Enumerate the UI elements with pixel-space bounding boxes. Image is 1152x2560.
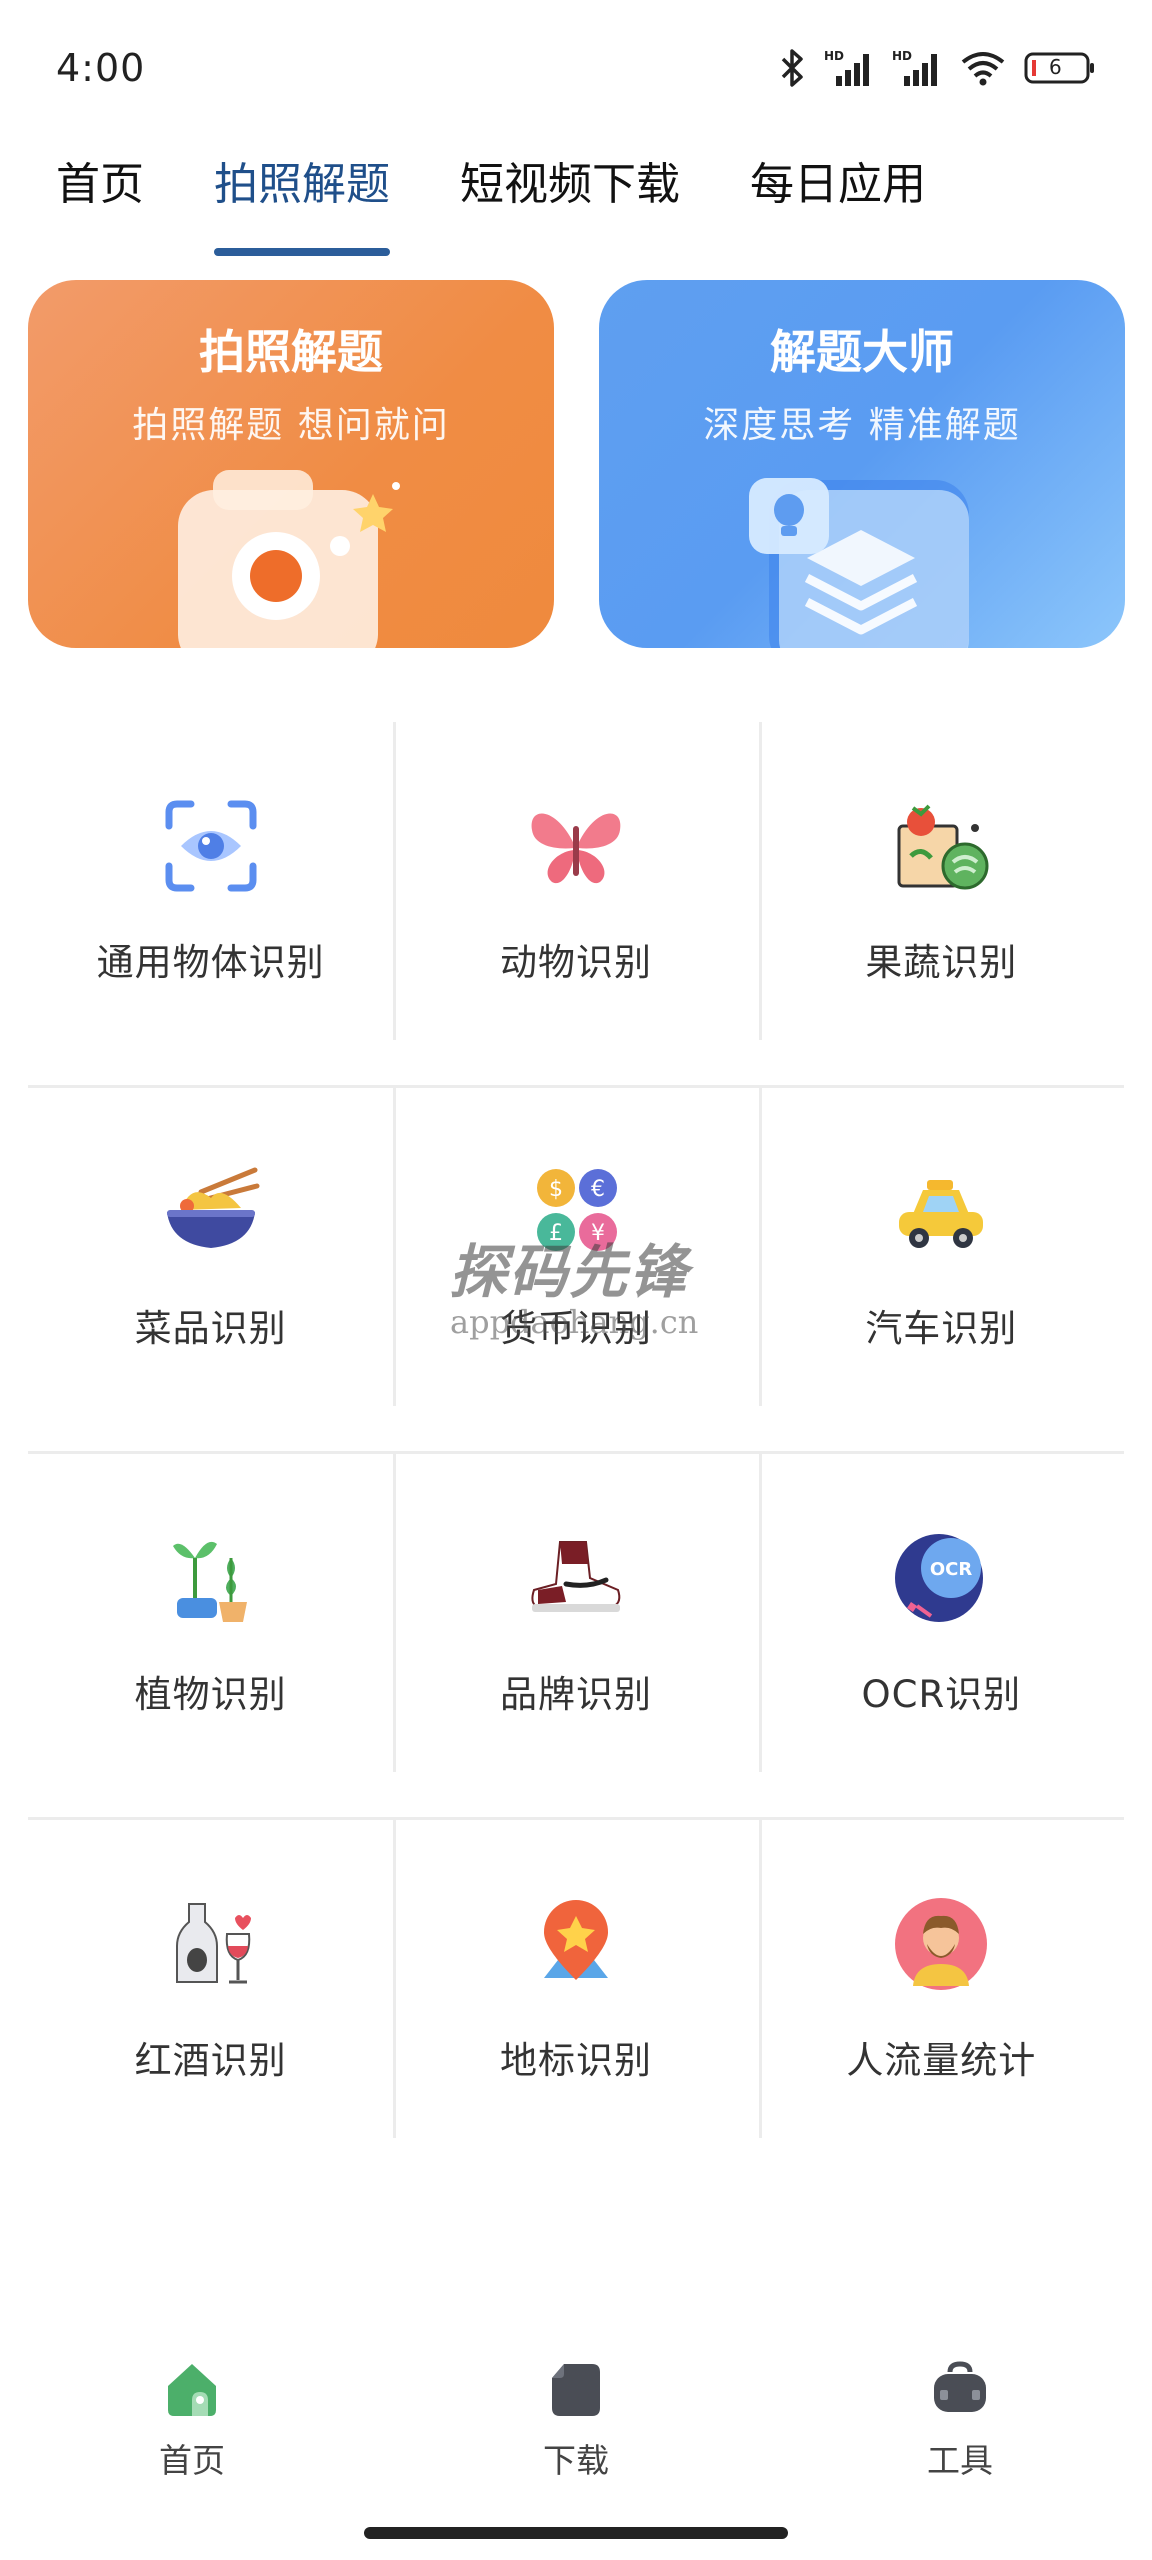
nav-label: 首页 [159,2441,225,2480]
nav-home[interactable]: 首页 [0,2360,384,2490]
grid-row: 菜品识别 $ € £ ¥ 货币识别 汽车识别 [28,1088,1124,1454]
grid-item-label: 通用物体识别 [96,941,325,984]
sneaker-icon [524,1526,628,1630]
grid-item-label: 果蔬识别 [865,941,1018,984]
tab-home[interactable]: 首页 [56,150,144,260]
tab-label: 每日应用 [750,159,926,210]
vegetables-icon [889,794,993,898]
grid-item-label: 人流量统计 [846,2039,1037,2082]
grid-item-landmark[interactable]: 地标识别 [393,1820,758,2138]
plant-icon [159,1526,263,1630]
grid-item-label: 红酒识别 [134,2039,287,2082]
svg-text:£: £ [549,1221,563,1246]
folder-icon [546,2360,606,2422]
grid-row: 植物识别 品牌识别 OCR OCR识别 [28,1454,1124,1820]
hero-card-photo-solve[interactable]: 拍照解题 拍照解题 想问就问 [28,280,554,648]
tab-photo-solve[interactable]: 拍照解题 [214,150,390,260]
grid-item-general-object[interactable]: 通用物体识别 [28,722,393,1040]
tab-label: 首页 [56,159,144,210]
signal-hd-icon: HD [892,48,942,88]
nav-tools[interactable]: 工具 [768,2360,1152,2490]
svg-text:$: $ [549,1177,563,1202]
status-icons: HD HD 6 [780,48,1096,88]
grid-item-label: 汽车识别 [865,1307,1018,1350]
top-tabs: 首页 拍照解题 短视频下载 每日应用 [56,150,996,260]
bottom-nav: 首页 下载 工具 [0,2360,1152,2490]
svg-text:¥: ¥ [591,1221,605,1246]
tab-video-download[interactable]: 短视频下载 [460,150,680,260]
scan-eye-icon [159,794,263,898]
hero-card-solve-master[interactable]: 解题大师 深度思考 精准解题 [599,280,1125,648]
landmark-pin-icon [524,1892,628,1996]
hero-title: 解题大师 [770,325,954,379]
battery-icon: 6 [1024,51,1096,85]
butterfly-icon [524,794,628,898]
grid-item-wine[interactable]: 红酒识别 [28,1820,393,2138]
person-icon [889,1892,993,1996]
grid-item-label: 植物识别 [134,1673,287,1716]
ocr-icon: OCR [889,1526,993,1630]
nav-label: 工具 [927,2441,993,2480]
grid-item-label: 品牌识别 [499,1673,652,1716]
grid-item-people-count[interactable]: 人流量统计 [758,1820,1124,2138]
home-indicator[interactable] [364,2527,788,2539]
grid-item-label: 货币识别 [499,1307,652,1350]
nav-download[interactable]: 下载 [384,2360,768,2490]
grid-item-label: 动物识别 [499,941,652,984]
wifi-icon [960,48,1006,88]
svg-text:OCR: OCR [930,1559,973,1580]
bluetooth-icon [780,48,806,88]
hero-title: 拍照解题 [199,325,383,379]
grid-item-label: OCR识别 [861,1673,1022,1716]
home-icon [162,2360,222,2422]
grid-item-animal[interactable]: 动物识别 [393,722,758,1040]
battery-level: 6 [1049,55,1062,79]
toolbox-icon [930,2360,990,2422]
grid-row: 通用物体识别 动物识别 果蔬识别 [28,722,1124,1088]
status-bar: 4:00 HD HD 6 [0,0,1152,140]
svg-text:HD: HD [892,49,912,63]
status-time: 4:00 [56,46,146,90]
grid-row: 红酒识别 地标识别 人流量统计 [28,1820,1124,2186]
hero-subtitle: 拍照解题 想问就问 [132,405,450,446]
car-icon [889,1160,993,1264]
grid-item-ocr[interactable]: OCR OCR识别 [758,1454,1124,1772]
tab-label: 拍照解题 [214,159,390,210]
svg-text:HD: HD [824,49,844,63]
tab-label: 短视频下载 [460,159,680,210]
grid-item-label: 菜品识别 [134,1307,287,1350]
grid-item-currency[interactable]: $ € £ ¥ 货币识别 [393,1088,758,1406]
tab-daily-apps[interactable]: 每日应用 [750,150,926,260]
feature-grid: 通用物体识别 动物识别 果蔬识别 菜品识别 $ € £ ¥ 货币识别 汽车识别 … [28,722,1124,2186]
tab-active-indicator [214,248,390,256]
coins-icon: $ € £ ¥ [524,1160,628,1264]
svg-text:€: € [591,1177,605,1202]
grid-item-dish[interactable]: 菜品识别 [28,1088,393,1406]
wine-icon [159,1892,263,1996]
signal-hd-icon: HD [824,48,874,88]
grid-item-plant[interactable]: 植物识别 [28,1454,393,1772]
grid-item-brand[interactable]: 品牌识别 [393,1454,758,1772]
noodle-bowl-icon [159,1160,263,1264]
grid-item-label: 地标识别 [499,2039,652,2082]
grid-item-fruit-veg[interactable]: 果蔬识别 [758,722,1124,1040]
hero-subtitle: 深度思考 精准解题 [703,405,1021,446]
nav-label: 下载 [543,2441,609,2480]
grid-item-car[interactable]: 汽车识别 [758,1088,1124,1406]
